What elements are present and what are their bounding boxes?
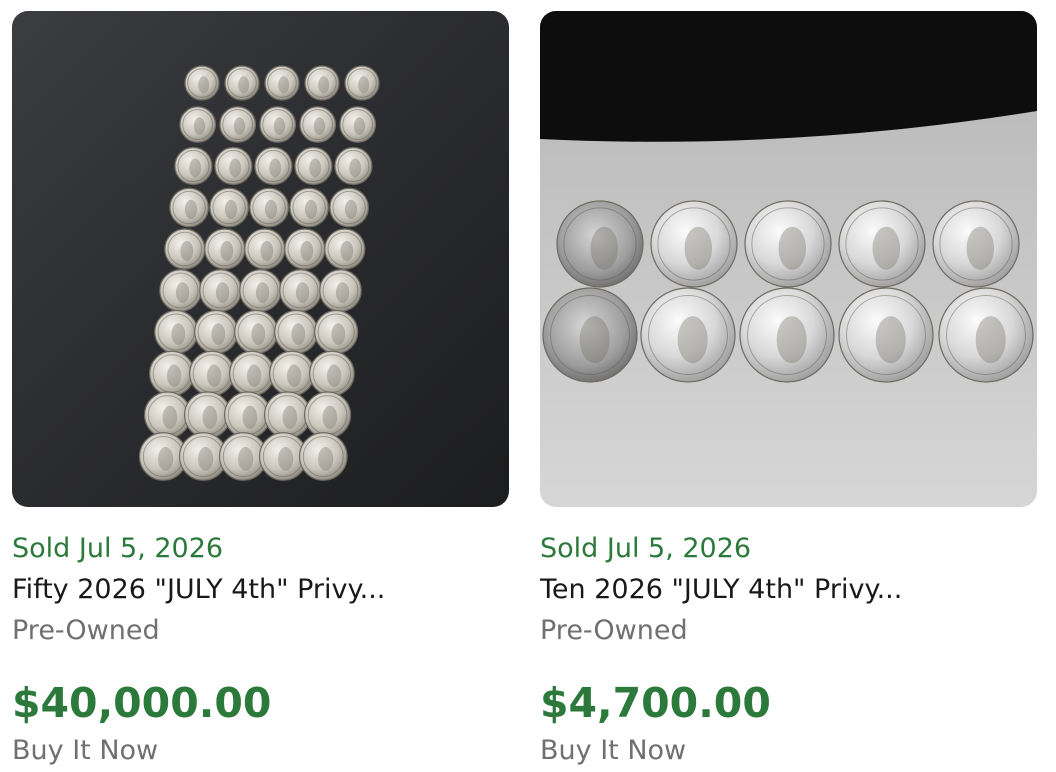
coin-photo-ten-image: [540, 11, 1037, 507]
sold-date-label: Sold Jul 5, 2026: [540, 533, 752, 564]
coin-portrait: [872, 226, 901, 270]
coin-portrait: [207, 364, 222, 387]
coin-portrait: [180, 241, 194, 261]
coin-portrait: [251, 323, 266, 345]
coin-portrait: [238, 76, 250, 94]
coin-portrait: [255, 282, 270, 303]
coin-portrait: [278, 76, 290, 94]
coin-portrait: [247, 364, 262, 387]
sold-date-label: Sold Jul 5, 2026: [12, 533, 224, 564]
buy-format-label: Buy It Now: [12, 735, 159, 766]
coin-portrait: [579, 316, 610, 364]
coin-portrait: [211, 323, 226, 345]
coin-portrait: [335, 282, 350, 303]
coin-portrait: [171, 323, 186, 345]
listing-title[interactable]: Ten 2026 "JULY 4th" Privy...: [540, 574, 902, 605]
coin-portrait: [318, 76, 330, 94]
coin-portrait: [189, 158, 202, 178]
condition-label: Pre-Owned: [540, 615, 688, 646]
coin-portrait: [238, 447, 254, 471]
listing-title[interactable]: Fifty 2026 "JULY 4th" Privy...: [12, 574, 385, 605]
coin-portrait: [300, 241, 314, 261]
coin-portrait: [158, 447, 174, 471]
coin-portrait: [260, 241, 274, 261]
coin-portrait: [202, 405, 218, 429]
coin-portrait: [175, 282, 190, 303]
coin-portrait: [198, 447, 214, 471]
coin-photo-fifty-image: [12, 11, 509, 507]
price-label: $4,700.00: [540, 679, 771, 727]
listing-card-fifty[interactable]: Sold Jul 5, 2026 Fifty 2026 "JULY 4th" P…: [12, 0, 509, 772]
coin-portrait: [590, 226, 619, 270]
coin-portrait: [344, 199, 358, 220]
coin-portrait: [327, 364, 342, 387]
coin-portrait: [304, 199, 318, 220]
coin-portrait: [331, 323, 346, 345]
coin-portrait: [224, 199, 238, 220]
coin-portrait: [269, 158, 282, 178]
coin-portrait: [322, 405, 338, 429]
coin-portrait: [776, 316, 807, 364]
coin-portrait: [778, 226, 807, 270]
coin-portrait: [278, 447, 294, 471]
coin-portrait: [167, 364, 182, 387]
coin-portrait: [215, 282, 230, 303]
coin-portrait: [966, 226, 995, 270]
coin-portrait: [229, 158, 242, 178]
coin-portrait: [318, 447, 334, 471]
buy-format-label: Buy It Now: [540, 735, 687, 766]
coin-portrait: [193, 117, 206, 136]
coin-portrait: [282, 405, 298, 429]
coin-portrait: [975, 316, 1006, 364]
coin-portrait: [309, 158, 322, 178]
condition-label: Pre-Owned: [12, 615, 160, 646]
listing-image-fifty[interactable]: [12, 11, 509, 507]
coin-portrait: [677, 316, 708, 364]
coin-portrait: [184, 199, 198, 220]
coin-portrait: [291, 323, 306, 345]
coin-portrait: [353, 117, 366, 136]
price-label: $40,000.00: [12, 679, 272, 727]
coin-portrait: [875, 316, 906, 364]
listing-image-ten[interactable]: [540, 11, 1037, 507]
coin-portrait: [273, 117, 286, 136]
coin-portrait: [233, 117, 246, 136]
coin-portrait: [198, 76, 210, 94]
coin-portrait: [242, 405, 258, 429]
coin-portrait: [162, 405, 178, 429]
coin-portrait: [220, 241, 234, 261]
coin-portrait: [287, 364, 302, 387]
coin-portrait: [684, 226, 713, 270]
coin-portrait: [264, 199, 278, 220]
listing-card-ten[interactable]: Sold Jul 5, 2026 Ten 2026 "JULY 4th" Pri…: [540, 0, 1037, 772]
coin-portrait: [313, 117, 326, 136]
coin-portrait: [358, 76, 370, 94]
coin-portrait: [340, 241, 354, 261]
coin-portrait: [349, 158, 362, 178]
coin-portrait: [295, 282, 310, 303]
